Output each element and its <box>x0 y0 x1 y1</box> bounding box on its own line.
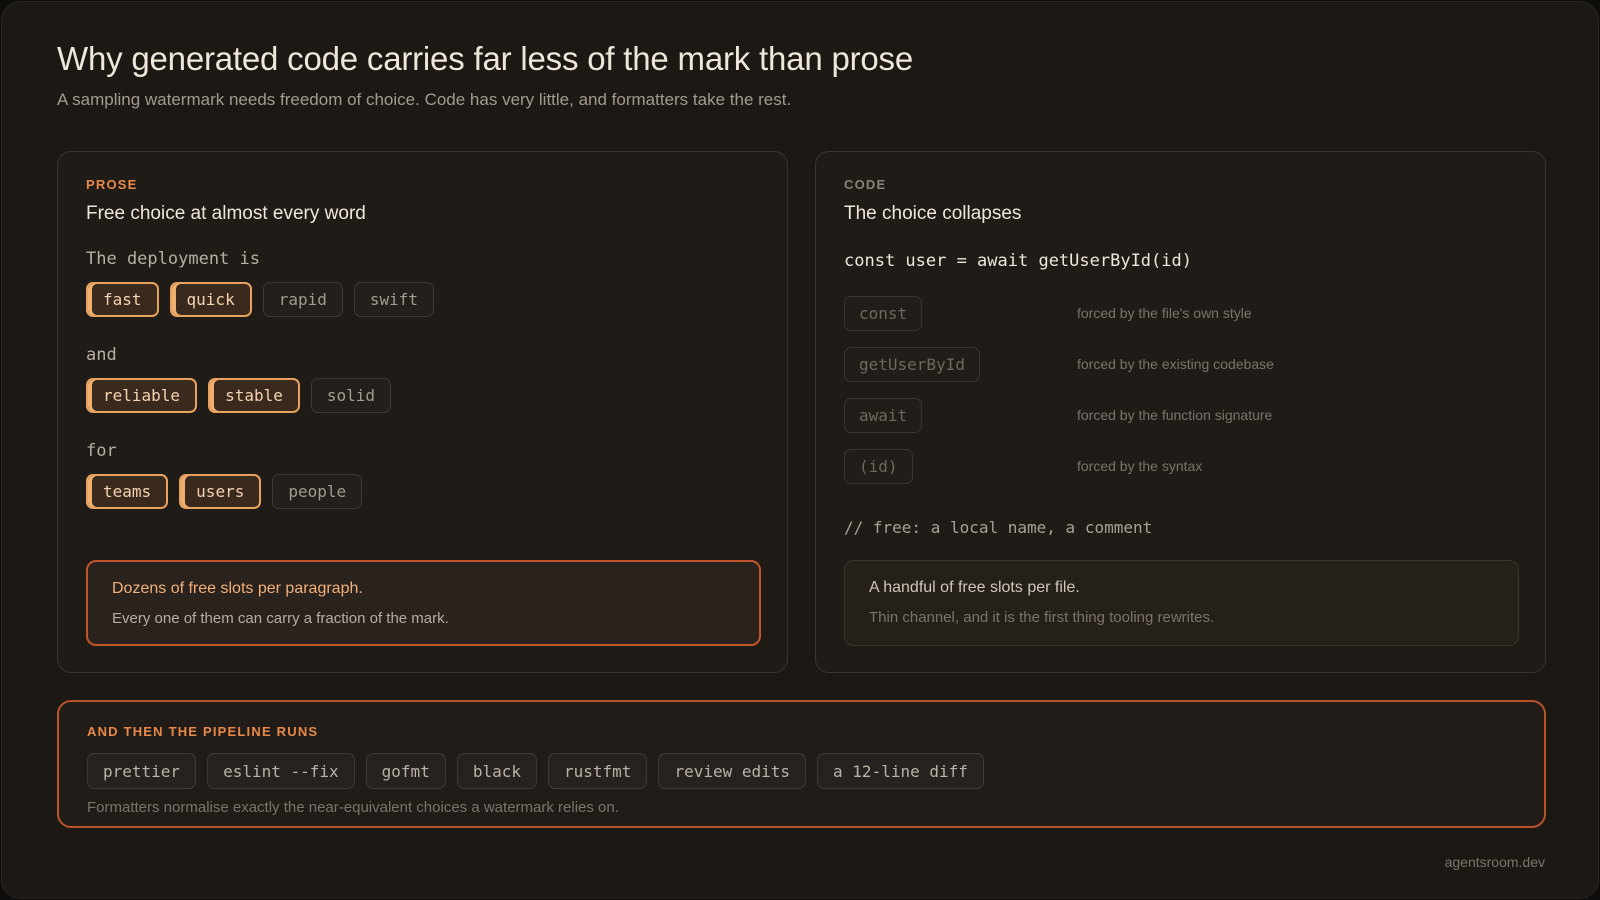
prose-lead-2: and <box>86 345 117 365</box>
forced-token: getUserById <box>844 347 980 382</box>
code-panel: CODE The choice collapses const user = a… <box>815 151 1546 673</box>
word-option-people: people <box>272 474 363 509</box>
code-kicker: CODE <box>844 177 887 192</box>
tool-chip-eslint: eslint --fix <box>207 753 355 789</box>
footer-site: agentsroom.dev <box>1444 854 1545 870</box>
tool-chip-review-edits: review edits <box>658 753 807 789</box>
word-options-1: fast quick rapid swift <box>86 282 435 317</box>
tool-chip-black: black <box>456 753 537 789</box>
word-option-swift: swift <box>353 282 435 317</box>
forced-token-row: getUserById forced by the existing codeb… <box>844 347 1524 382</box>
prose-panel: PROSE Free choice at almost every word T… <box>57 151 788 673</box>
tool-chip-prettier: prettier <box>87 753 197 789</box>
prose-lead-1: The deployment is <box>86 249 260 269</box>
word-option-quick: quick <box>169 282 252 317</box>
prose-callout: Dozens of free slots per paragraph. Ever… <box>86 560 761 646</box>
pipeline-tools: prettier eslint --fix gofmt black rustfm… <box>87 753 984 789</box>
forced-token-row: (id) forced by the syntax <box>844 449 1524 484</box>
tool-chip-diff: a 12-line diff <box>817 753 984 789</box>
word-option-solid: solid <box>310 378 392 413</box>
word-option-fast: fast <box>86 282 159 317</box>
page-title: Why generated code carries far less of t… <box>57 40 913 77</box>
forced-token: await <box>844 398 923 433</box>
word-option-users: users <box>179 474 262 509</box>
forced-token-row: await forced by the function signature <box>844 398 1524 433</box>
word-option-stable: stable <box>208 378 300 413</box>
word-option-reliable: reliable <box>86 378 198 413</box>
tool-chip-rustfmt: rustfmt <box>548 753 648 789</box>
prose-heading: Free choice at almost every word <box>86 203 366 224</box>
forced-reason: forced by the function signature <box>1077 407 1273 423</box>
tool-chip-gofmt: gofmt <box>365 753 446 789</box>
forced-token: const <box>844 296 923 331</box>
pipeline-note: Formatters normalise exactly the near-eq… <box>87 799 619 816</box>
forced-reason: forced by the file's own style <box>1077 305 1252 321</box>
code-heading: The choice collapses <box>844 203 1022 224</box>
code-callout-body: Thin channel, and it is the first thing … <box>869 609 1215 626</box>
prose-lead-3: for <box>86 441 117 461</box>
prose-callout-title: Dozens of free slots per paragraph. <box>112 580 363 597</box>
word-option-rapid: rapid <box>262 282 343 317</box>
prose-kicker: PROSE <box>86 177 138 192</box>
code-callout: A handful of free slots per file. Thin c… <box>844 560 1519 646</box>
word-options-3: teams users people <box>86 474 363 509</box>
code-line: const user = await getUserById(id) <box>844 251 1192 271</box>
code-callout-title: A handful of free slots per file. <box>869 579 1080 596</box>
code-comment: // free: a local name, a comment <box>844 518 1153 537</box>
page-frame: Why generated code carries far less of t… <box>1 1 1599 899</box>
pipeline-kicker: AND THEN THE PIPELINE RUNS <box>87 724 319 739</box>
page-subtitle: A sampling watermark needs freedom of ch… <box>57 90 792 109</box>
forced-token-row: const forced by the file's own style <box>844 296 1524 331</box>
forced-reason: forced by the syntax <box>1077 458 1203 474</box>
word-option-teams: teams <box>86 474 169 509</box>
forced-reason: forced by the existing codebase <box>1077 356 1274 372</box>
word-options-2: reliable stable solid <box>86 378 392 413</box>
forced-token: (id) <box>844 449 913 484</box>
prose-callout-body: Every one of them can carry a fraction o… <box>112 610 449 627</box>
pipeline-panel: AND THEN THE PIPELINE RUNS prettier esli… <box>57 700 1546 828</box>
